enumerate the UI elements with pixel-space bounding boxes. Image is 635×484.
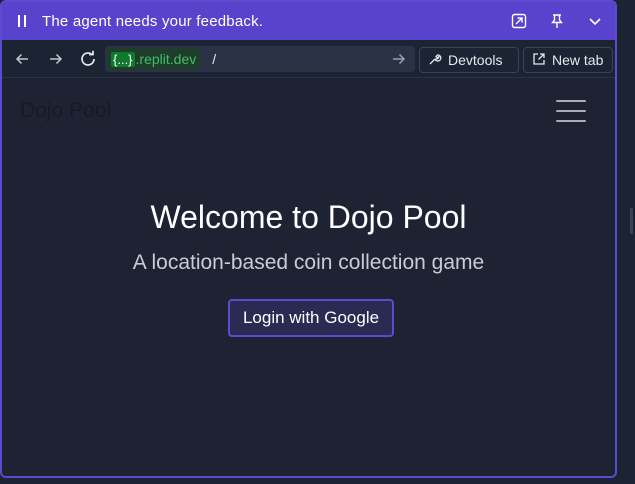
- resize-handle[interactable]: [630, 208, 633, 234]
- reload-icon[interactable]: [78, 49, 98, 69]
- pin-icon[interactable]: [547, 11, 567, 31]
- hamburger-menu-icon[interactable]: [556, 99, 586, 123]
- external-link-icon: [532, 52, 546, 69]
- pause-icon[interactable]: [16, 15, 28, 27]
- new-tab-button[interactable]: New tab: [523, 47, 613, 73]
- browser-toolbar: {...} .replit.dev / Devtools New tab: [2, 40, 615, 78]
- devtools-label: Devtools: [448, 52, 503, 68]
- forward-arrow-icon[interactable]: [46, 49, 66, 69]
- url-field[interactable]: {...} .replit.dev /: [105, 46, 415, 72]
- domain-label: {...} .replit.dev: [107, 48, 201, 70]
- app-preview: Dojo Pool Welcome to Dojo Pool A locatio…: [2, 79, 615, 476]
- feedback-message: The agent needs your feedback.: [42, 12, 264, 30]
- open-external-icon[interactable]: [509, 11, 529, 31]
- domain-badge: {...}: [111, 51, 135, 67]
- page-subtitle: A location-based coin collection game: [132, 251, 485, 274]
- login-google-button[interactable]: Login with Google: [228, 299, 394, 337]
- back-arrow-icon[interactable]: [12, 49, 32, 69]
- wrench-icon: [428, 52, 442, 69]
- chevron-down-icon[interactable]: [585, 11, 605, 31]
- side-strip: [619, 0, 635, 484]
- brand-logo[interactable]: Dojo Pool: [20, 99, 111, 123]
- new-tab-label: New tab: [552, 52, 604, 68]
- url-path[interactable]: /: [212, 51, 389, 67]
- page-title: Welcome to Dojo Pool: [150, 199, 467, 235]
- feedback-banner: The agent needs your feedback.: [2, 2, 615, 40]
- preview-frame: The agent needs your feedback. {...} .re…: [0, 0, 617, 478]
- go-arrow-icon[interactable]: [389, 49, 409, 69]
- domain-text: .replit.dev: [135, 51, 197, 67]
- devtools-button[interactable]: Devtools: [419, 47, 519, 73]
- banner-actions: [509, 2, 605, 40]
